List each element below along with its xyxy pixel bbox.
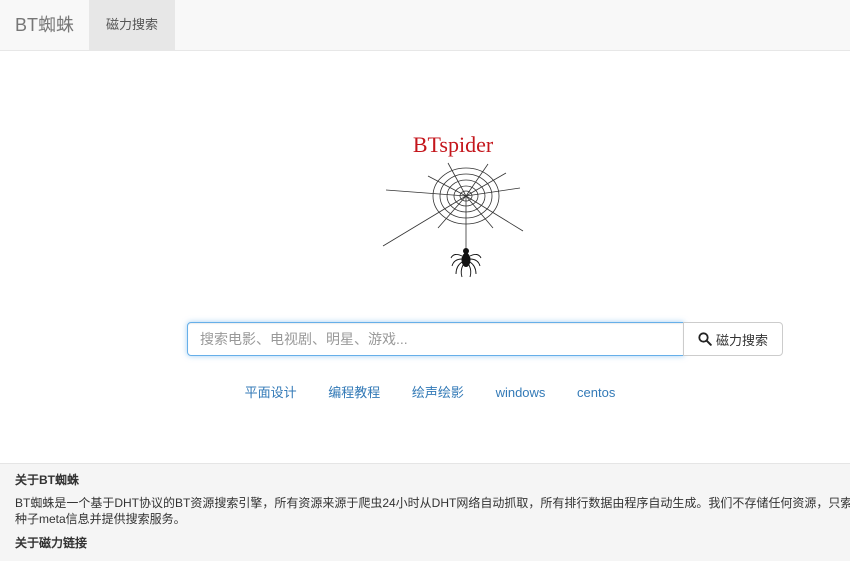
footer: 关于BT蜘蛛 BT蜘蛛是一个基于DHT协议的BT资源搜索引擎，所有资源来源于爬虫… [0,463,850,561]
quick-links: 平面设计 编程教程 绘声绘影 windows centos [0,384,850,402]
brand-link[interactable]: BT蜘蛛 [15,14,74,36]
quick-link[interactable]: 绘声绘影 [402,385,464,400]
magnet-heading: 关于磁力链接 [15,536,88,550]
spider-icon [450,248,482,278]
logo-text: BTspider [412,132,494,157]
search-button[interactable]: 磁力搜索 [683,322,783,356]
about-heading: 关于BT蜘蛛 [15,473,79,487]
site-logo: BTspider [378,130,528,285]
navbar: BT蜘蛛 磁力搜索 [0,0,850,51]
tab-magnet-search[interactable]: 磁力搜索 [89,0,175,50]
spider-web-icon [382,162,524,278]
search-button-label: 磁力搜索 [715,332,768,348]
search-input[interactable] [187,322,684,356]
about-text: BT蜘蛛是一个基于DHT协议的BT资源搜索引擎，所有资源来源于爬虫24小时从DH… [15,496,850,526]
search-icon [698,332,712,346]
quick-link[interactable]: 平面设计 [235,385,297,400]
quick-link[interactable]: centos [567,385,615,400]
quick-link[interactable]: windows [486,385,546,400]
quick-link[interactable]: 编程教程 [318,385,380,400]
